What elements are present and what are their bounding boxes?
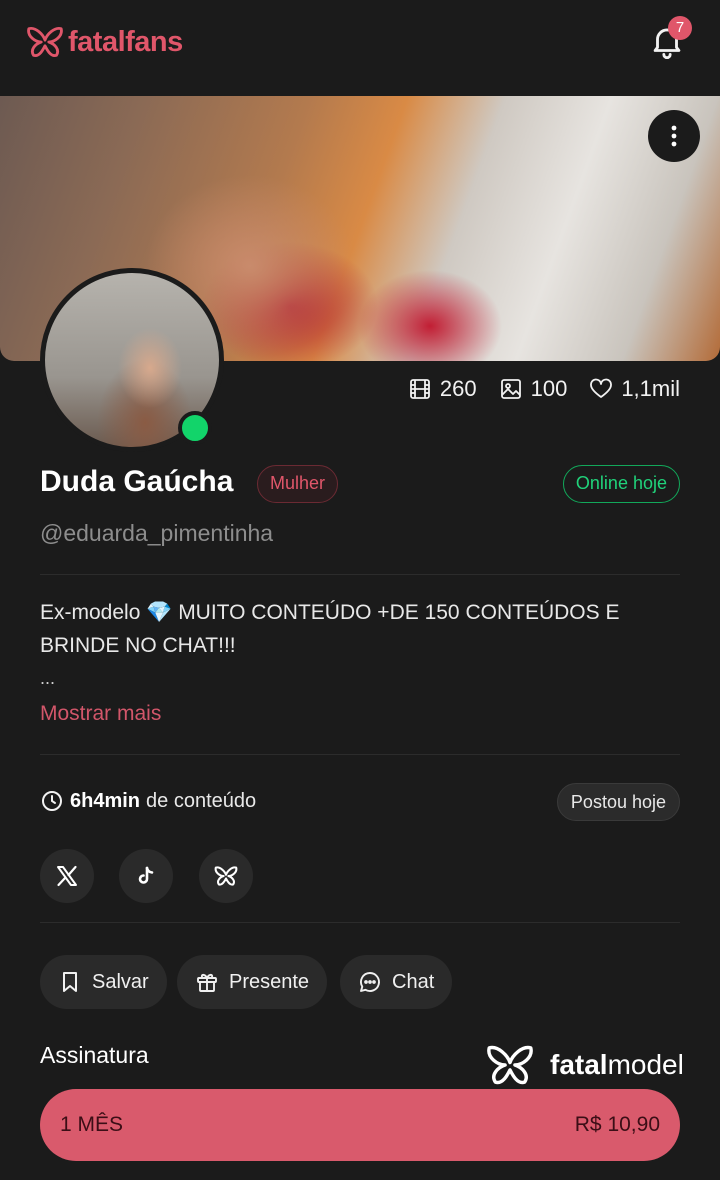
more-options-button[interactable] <box>648 110 700 162</box>
top-bar: fatalfans 7 <box>0 0 720 96</box>
content-duration: 6h4min de conteúdo <box>40 789 256 813</box>
stat-videos: 260 <box>408 376 477 402</box>
save-button[interactable]: Salvar <box>40 955 167 1009</box>
plan-price: R$ 10,90 <box>574 1113 660 1136</box>
fatalmodel-watermark: fatalmodel <box>480 1043 684 1087</box>
chat-label: Chat <box>392 970 435 993</box>
divider <box>40 922 680 923</box>
stat-likes: 1,1mil <box>589 376 680 402</box>
chat-button[interactable]: Chat <box>340 955 453 1009</box>
profile-name: Duda Gaúcha <box>40 465 234 498</box>
gender-badge: Mulher <box>257 465 339 503</box>
film-icon <box>409 379 430 399</box>
x-link-button[interactable] <box>40 849 94 903</box>
watermark-text: fatalmodel <box>550 1049 684 1081</box>
gift-label: Presente <box>229 970 310 993</box>
plan-label: 1 MÊS <box>60 1113 124 1136</box>
profile-handle: @eduarda_pimentinha <box>40 520 274 546</box>
x-icon <box>57 865 77 887</box>
notification-badge: 7 <box>668 16 692 40</box>
tiktok-icon <box>138 866 154 884</box>
fatalfans-logo[interactable]: fatalfans <box>26 24 183 60</box>
bookmark-icon <box>63 972 77 992</box>
tiktok-link-button[interactable] <box>119 849 173 903</box>
image-icon <box>500 379 521 399</box>
fatalmodel-logo-icon <box>487 1045 533 1085</box>
plan-1-month-button[interactable]: 1 MÊS R$ 10,90 <box>40 1089 680 1161</box>
watermark-brand-bold: fatal <box>550 1049 608 1080</box>
profile-stats: 260 100 1,1mil <box>408 376 680 402</box>
show-more-link[interactable]: Mostrar mais <box>40 702 161 726</box>
chat-bubble-icon <box>360 972 380 992</box>
duration-suffix: de conteúdo <box>146 789 257 812</box>
save-label: Salvar <box>92 970 149 993</box>
divider <box>40 754 680 755</box>
divider <box>40 574 680 575</box>
duration-value: 6h4min <box>70 789 141 812</box>
stat-photos: 100 <box>499 376 568 402</box>
fatalmodel-link-button[interactable] <box>199 849 253 903</box>
butterfly-logo-icon <box>27 26 63 58</box>
bio-text: Ex-modelo 💎 MUITO CONTEÚDO +DE 150 CONTE… <box>40 601 620 657</box>
likes-count: 1,1mil <box>621 376 680 401</box>
heart-icon <box>590 378 613 398</box>
videos-count: 260 <box>439 376 477 401</box>
online-indicator <box>178 411 212 445</box>
vertical-dots-icon <box>671 125 677 147</box>
clock-icon <box>42 791 62 811</box>
logo-text: fatalfans <box>68 25 183 58</box>
gift-icon <box>197 973 217 992</box>
watermark-brand-rest: model <box>607 1049 684 1080</box>
subscription-title: Assinatura <box>40 1042 149 1068</box>
posted-today-badge: Postou hoje <box>556 783 680 821</box>
fatalmodel-icon <box>214 866 238 886</box>
online-status-badge: Online hoje <box>562 465 680 503</box>
gift-button[interactable]: Presente <box>177 955 328 1009</box>
bio-ellipsis: ... <box>40 668 56 688</box>
photos-count: 100 <box>530 376 568 401</box>
